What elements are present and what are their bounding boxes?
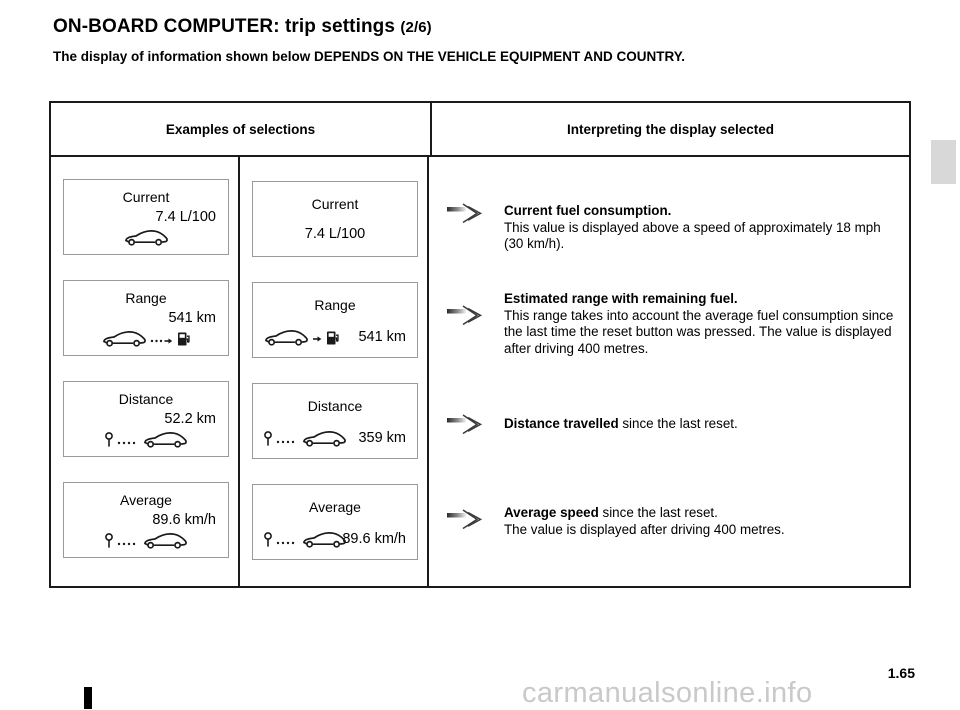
display-panel-range-b: Range 541 km (252, 282, 418, 358)
interpretation-heading: Distance travelled (504, 416, 619, 431)
arrow-right-icon (446, 305, 489, 332)
display-panel-current-a: Current 7.4 L/100 (63, 179, 229, 255)
panel-label: Current (311, 196, 359, 212)
panel-label: Range (314, 297, 356, 313)
map-pin-icon (263, 430, 273, 447)
fuel-pump-icon (326, 329, 340, 346)
panel-label: Average (120, 492, 172, 508)
car-icon (142, 532, 188, 549)
panel-label: Distance (307, 398, 363, 414)
dotted-line-icon (276, 433, 298, 445)
small-arrow-icon (312, 332, 323, 344)
panel-label: Range (125, 290, 167, 306)
car-icon (301, 430, 347, 447)
interpretation-text: Current fuel consumption. This value is … (504, 203, 897, 253)
examples-column-one: Current 7.4 L/100 Range 541 km Distance … (51, 157, 240, 586)
examples-column-two: Range Current 7.4 L/100 Range 541 km (240, 157, 429, 586)
interpretation-body: This range takes into account the averag… (504, 307, 894, 356)
map-pin-icon (104, 431, 114, 448)
display-panel-range-a: Range 541 km (63, 280, 229, 356)
dotted-line-icon (117, 535, 139, 547)
dotted-line-icon (117, 434, 139, 446)
car-icon (101, 330, 147, 347)
arrow-right-icon (446, 509, 489, 536)
column-header-interpreting: Interpreting the display selected (566, 121, 775, 137)
display-panel-distance-a: Distance 52.2 km (63, 381, 229, 457)
panel-value: 89.6 km/h (342, 531, 406, 547)
panel-icon-row (64, 330, 228, 347)
interpretation-text: Estimated range with remaining fuel. Thi… (504, 291, 897, 357)
interpretation-heading: Estimated range with remaining fuel. (504, 291, 738, 306)
page-title-fraction: (2/6) (400, 19, 432, 36)
map-pin-icon (263, 531, 273, 548)
panel-icon-row (64, 431, 228, 448)
panel-icon-row (263, 329, 340, 346)
display-panel-average-a: Average 89.6 km/h (63, 482, 229, 558)
dotted-line-icon (276, 534, 298, 546)
car-icon (301, 531, 347, 548)
page-title: ON-BOARD COMPUTER: trip settings (2/6) (53, 16, 432, 38)
interpretation-text: Average speed since the last reset. The v… (504, 505, 897, 538)
panel-label: Distance (118, 391, 174, 407)
interpretation-heading: Current fuel consumption. (504, 203, 672, 218)
panel-icon-row (263, 430, 347, 447)
interpreting-column: Current fuel consumption. This value is … (429, 157, 909, 586)
panel-icon-row (263, 531, 347, 548)
panel-value: 7.4 L/100 (155, 209, 216, 225)
display-panel-distance-b: Distance 359 km (252, 383, 418, 459)
watermark: carmanualsonline.info (522, 677, 813, 709)
fuel-pump-icon (177, 330, 191, 347)
interpretation-text: Distance travelled since the last reset. (504, 416, 897, 433)
panel-value: 359 km (358, 430, 406, 446)
page-title-main: ON-BOARD COMPUTER: trip settings (53, 16, 396, 37)
panel-value: 541 km (168, 310, 216, 326)
print-registration-mark (84, 687, 92, 709)
arrow-right-icon (446, 414, 489, 441)
panel-icon-row (64, 229, 228, 246)
interpretation-body: This value is displayed above a speed of… (504, 219, 881, 252)
panel-icon-row (64, 532, 228, 549)
margin-section-tab (931, 140, 956, 184)
display-panel-average-b: Average 89.6 km/h (252, 484, 418, 560)
table-header-row: Examples of selections Interpreting the … (51, 103, 909, 157)
panel-label: Current (122, 189, 170, 205)
page-subtitle: The display of information shown below D… (53, 49, 686, 64)
column-header-examples: Examples of selections (51, 103, 432, 155)
table-body: Current 7.4 L/100 Range 541 km Distance … (51, 157, 909, 586)
settings-table: Examples of selections Interpreting the … (49, 101, 911, 588)
car-icon (123, 229, 169, 246)
panel-value: 7.4 L/100 (304, 226, 366, 242)
dotted-arrow-icon (150, 333, 174, 345)
car-icon (263, 329, 309, 346)
panel-value: 52.2 km (164, 411, 216, 427)
interpretation-heading: Average speed (504, 505, 599, 520)
car-icon (142, 431, 188, 448)
interpretation-body: since the last reset. (618, 416, 738, 431)
display-panel-current-b: Range Current 7.4 L/100 (252, 181, 418, 257)
panel-value: 89.6 km/h (152, 512, 216, 528)
arrow-right-icon (446, 203, 489, 230)
panel-label: Average (309, 499, 361, 515)
page-number: 1.65 (887, 665, 915, 681)
map-pin-icon (104, 532, 114, 549)
panel-value: 541 km (358, 329, 406, 345)
